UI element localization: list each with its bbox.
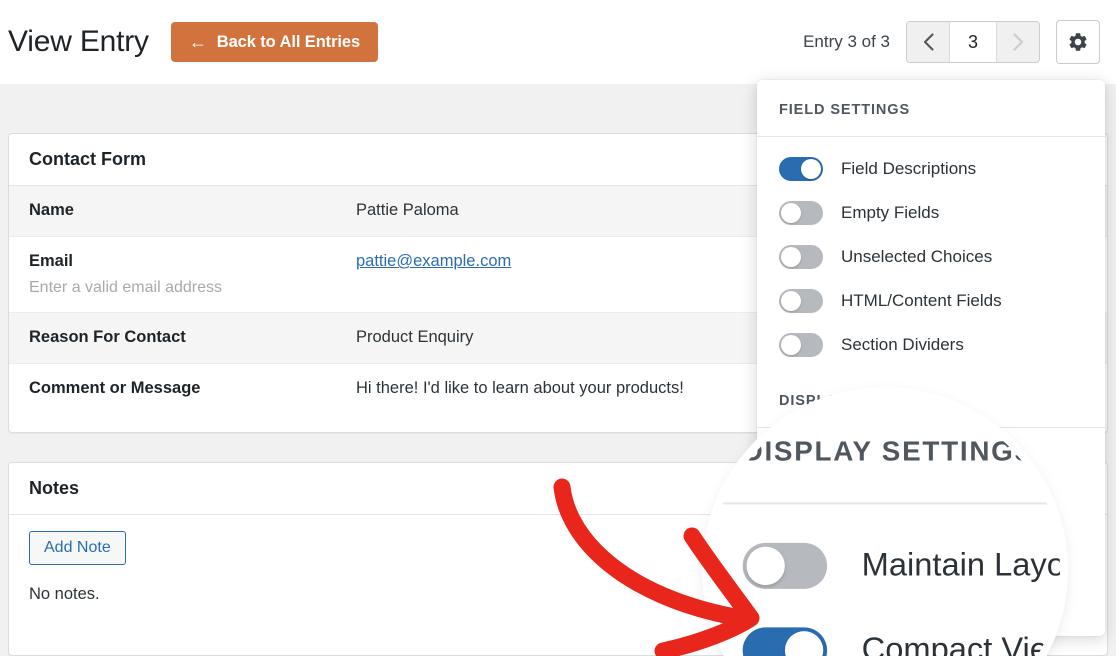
setting-field-descriptions[interactable]: Field Descriptions bbox=[757, 147, 1105, 191]
toggle-knob bbox=[781, 203, 801, 223]
setting-unselected-choices[interactable]: Unselected Choices bbox=[757, 235, 1105, 279]
entry-pagination: 3 bbox=[906, 21, 1040, 63]
back-to-all-entries-button[interactable]: ← Back to All Entries bbox=[170, 22, 379, 62]
field-value: Hi there! I'd like to learn about your p… bbox=[356, 378, 684, 397]
page-header: View Entry ← Back to All Entries Entry 3… bbox=[0, 0, 1116, 84]
setting-maintain-layouts[interactable]: Maintain Layouts bbox=[710, 524, 1060, 608]
toggle-switch[interactable] bbox=[779, 157, 823, 181]
setting-label: HTML/Content Fields bbox=[841, 291, 1002, 310]
setting-html-content-fields[interactable]: HTML/Content Fields bbox=[757, 279, 1105, 323]
setting-empty-fields[interactable]: Empty Fields bbox=[757, 191, 1105, 235]
field-settings-list: Field Descriptions Empty Fields Unselect… bbox=[757, 137, 1105, 371]
add-note-button[interactable]: Add Note bbox=[29, 531, 126, 565]
toggle-switch[interactable] bbox=[742, 542, 828, 589]
current-page-number[interactable]: 3 bbox=[949, 22, 997, 62]
toggle-switch[interactable] bbox=[779, 289, 823, 313]
toggle-knob bbox=[781, 291, 801, 311]
field-value: Product Enquiry bbox=[356, 328, 474, 347]
toggle-switch[interactable] bbox=[779, 201, 823, 225]
gear-icon bbox=[1069, 33, 1087, 51]
setting-label: Maintain Layouts bbox=[861, 546, 1060, 584]
magnified-display-settings-list: Maintain Layouts Compact View bbox=[710, 504, 1060, 656]
field-label: Email Enter a valid email address bbox=[29, 250, 356, 299]
field-description: Enter a valid email address bbox=[29, 278, 222, 296]
app-root: View Entry ← Back to All Entries Entry 3… bbox=[0, 0, 1116, 656]
setting-label: Compact View bbox=[861, 631, 1060, 656]
chevron-left-icon bbox=[923, 33, 934, 51]
page-title: View Entry bbox=[8, 25, 149, 58]
email-link[interactable]: pattie@example.com bbox=[356, 252, 511, 270]
field-label: Reason For Contact bbox=[29, 328, 186, 347]
setting-label: Section Dividers bbox=[841, 335, 964, 354]
toggle-knob bbox=[781, 247, 801, 267]
setting-compact-view[interactable]: Compact View bbox=[710, 608, 1060, 656]
setting-label: Empty Fields bbox=[841, 203, 940, 222]
toggle-knob bbox=[746, 546, 785, 586]
magnifier-callout: DISPLAY SETTINGS Maintain Layouts Compac… bbox=[710, 395, 1060, 656]
field-settings-heading: FIELD SETTINGS bbox=[779, 102, 911, 118]
setting-label: Field Descriptions bbox=[841, 159, 977, 178]
field-label: Name bbox=[29, 201, 74, 219]
field-label: Comment or Message bbox=[29, 378, 201, 397]
setting-section-dividers[interactable]: Section Dividers bbox=[757, 323, 1105, 367]
magnified-display-settings-heading: DISPLAY SETTINGS bbox=[742, 437, 1035, 468]
toggle-switch[interactable] bbox=[742, 627, 828, 656]
magnified-display-settings: DISPLAY SETTINGS Maintain Layouts Compac… bbox=[710, 395, 1060, 656]
toggle-knob bbox=[801, 159, 821, 179]
prev-entry-button[interactable] bbox=[907, 22, 949, 62]
field-value: Pattie Paloma bbox=[356, 201, 459, 219]
toggle-knob bbox=[781, 335, 801, 355]
next-entry-button[interactable] bbox=[997, 22, 1039, 62]
toggle-switch[interactable] bbox=[779, 333, 823, 357]
arrow-left-icon: ← bbox=[188, 32, 207, 52]
setting-label: Unselected Choices bbox=[841, 247, 993, 266]
settings-gear-button[interactable] bbox=[1056, 20, 1100, 64]
toggle-knob bbox=[784, 631, 824, 656]
chevron-right-icon bbox=[1012, 33, 1023, 51]
field-value: pattie@example.com bbox=[356, 250, 511, 274]
entry-count-label: Entry 3 of 3 bbox=[803, 32, 890, 51]
toggle-switch[interactable] bbox=[779, 245, 823, 269]
header-right-controls: Entry 3 of 3 3 bbox=[803, 20, 1100, 64]
back-button-label: Back to All Entries bbox=[216, 32, 361, 51]
